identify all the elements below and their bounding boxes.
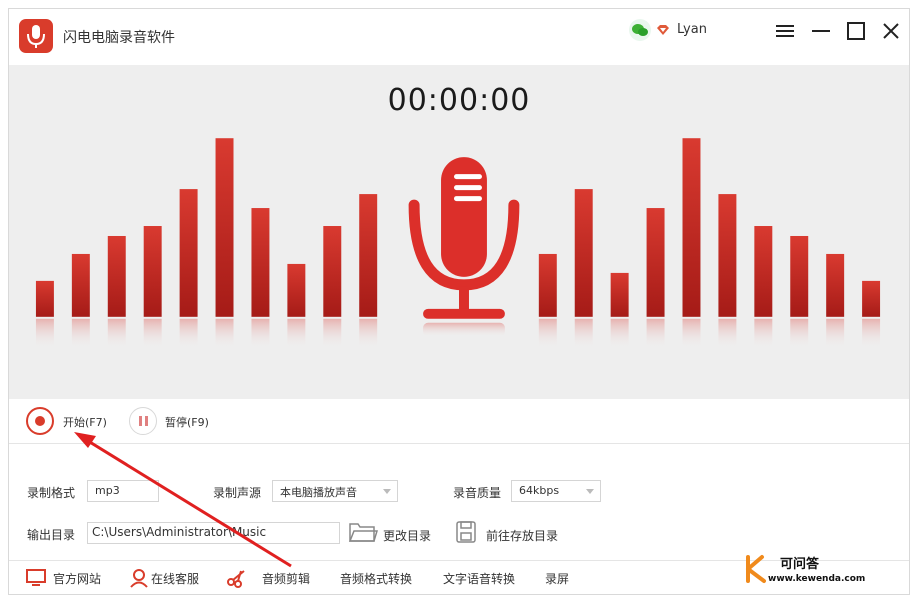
support-agent-icon[interactable] xyxy=(128,568,150,592)
app-window: 闪电电脑录音软件 Lyan 00:00:00 开始(F7) 暂停(F9) 录制格… xyxy=(8,8,910,595)
open-dir-button[interactable]: 前往存放目录 xyxy=(486,527,558,544)
quality-value: 64kbps xyxy=(519,484,560,497)
title-bar: 闪电电脑录音软件 Lyan xyxy=(9,9,909,66)
record-controls: 开始(F7) 暂停(F9) xyxy=(9,399,909,444)
maximize-icon[interactable] xyxy=(842,17,870,45)
left-bars xyxy=(35,138,378,349)
source-select[interactable]: 本电脑播放声音 xyxy=(272,480,398,502)
monitor-icon[interactable] xyxy=(25,568,47,592)
vip-icon xyxy=(656,22,670,41)
record-dot-icon xyxy=(35,416,45,426)
audio-edit-link[interactable]: 音频剪辑 xyxy=(262,570,310,587)
watermark-brand: 可问答 xyxy=(780,556,820,572)
output-label: 输出目录 xyxy=(27,528,76,542)
screen-record-link[interactable]: 录屏 xyxy=(545,570,569,587)
format-convert-link[interactable]: 音频格式转换 xyxy=(340,570,412,587)
format-value: mp3 xyxy=(95,484,120,497)
quality-select[interactable]: 64kbps xyxy=(511,480,601,502)
right-bars xyxy=(538,138,881,349)
format-label: 录制格式 xyxy=(27,486,76,500)
save-icon[interactable] xyxy=(455,520,477,548)
start-record-button[interactable] xyxy=(26,407,54,435)
chevron-down-icon xyxy=(383,489,391,494)
folder-icon[interactable] xyxy=(348,520,379,548)
website-link[interactable]: 官方网站 xyxy=(53,570,101,587)
watermark-logo: 可问答 www.kewenda.com xyxy=(740,553,890,585)
recording-visualizer: 00:00:00 xyxy=(9,65,909,399)
app-title: 闪电电脑录音软件 xyxy=(63,30,175,46)
source-value: 本电脑播放声音 xyxy=(280,486,357,499)
quality-label: 录音质量 xyxy=(453,486,502,500)
pause-icon xyxy=(139,416,142,426)
format-select[interactable]: mp3 xyxy=(87,480,159,502)
user-name[interactable]: Lyan xyxy=(677,22,707,37)
app-logo xyxy=(19,19,53,53)
minimize-icon[interactable] xyxy=(807,17,835,45)
audio-level-bars xyxy=(35,138,881,349)
start-label[interactable]: 开始(F7) xyxy=(63,414,107,430)
output-path-field[interactable]: C:\Users\Administrator\Music xyxy=(87,522,340,544)
support-link[interactable]: 在线客服 xyxy=(151,570,199,587)
microphone-icon xyxy=(408,157,520,337)
pause-record-button[interactable] xyxy=(129,407,157,435)
chevron-down-icon xyxy=(586,489,594,494)
wechat-icon[interactable] xyxy=(629,19,651,41)
menu-icon[interactable] xyxy=(771,17,799,45)
settings-panel: 录制格式 mp3 录制声源 本电脑播放声音 录音质量 64kbps 输出目录 C… xyxy=(9,444,909,559)
close-icon[interactable] xyxy=(877,17,905,45)
source-label: 录制声源 xyxy=(213,486,262,500)
tts-link[interactable]: 文字语音转换 xyxy=(443,570,515,587)
pause-label[interactable]: 暂停(F9) xyxy=(165,414,209,430)
scissors-icon[interactable] xyxy=(226,568,248,592)
change-dir-button[interactable]: 更改目录 xyxy=(383,527,431,544)
watermark-url: www.kewenda.com xyxy=(768,574,865,584)
